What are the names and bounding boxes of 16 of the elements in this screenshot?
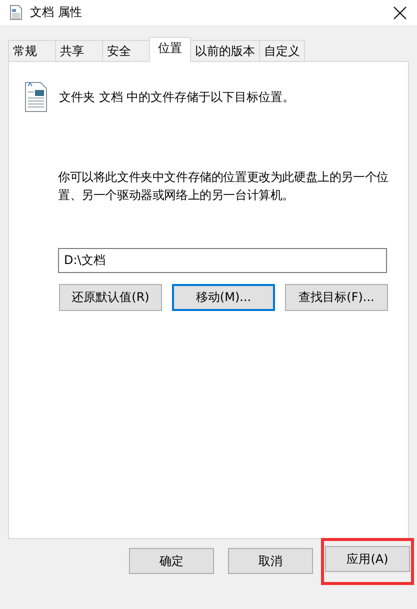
location-button[interactable]: 查找目标(F)... [285,284,388,311]
tab[interactable]: 常规 [8,40,56,61]
move-instructions: 你可以将此文件夹中文件存储的位置更改为此硬盘上的另一个位置、另一个驱动器或网络上的另一台计算机。 [58,169,390,204]
document-icon [25,82,47,112]
tab[interactable]: 位置 [149,37,191,62]
dialog-button[interactable]: 确定 [129,548,214,574]
location-description: 文件夹 文档 中的文件存储于以下目标位置。 [59,88,295,106]
document-icon [10,5,22,20]
dialog-button[interactable]: 取消 [228,548,313,574]
window-title: 文档 属性 [30,4,83,21]
dialog-button[interactable]: 应用(A) [325,546,410,572]
close-icon[interactable] [393,6,407,20]
tab[interactable]: 自定义 [259,40,305,61]
location-button[interactable]: 还原默认值(R) [59,284,162,311]
location-button[interactable]: 移动(M)... [172,284,275,311]
path-field[interactable]: D:\文档 [58,248,387,273]
